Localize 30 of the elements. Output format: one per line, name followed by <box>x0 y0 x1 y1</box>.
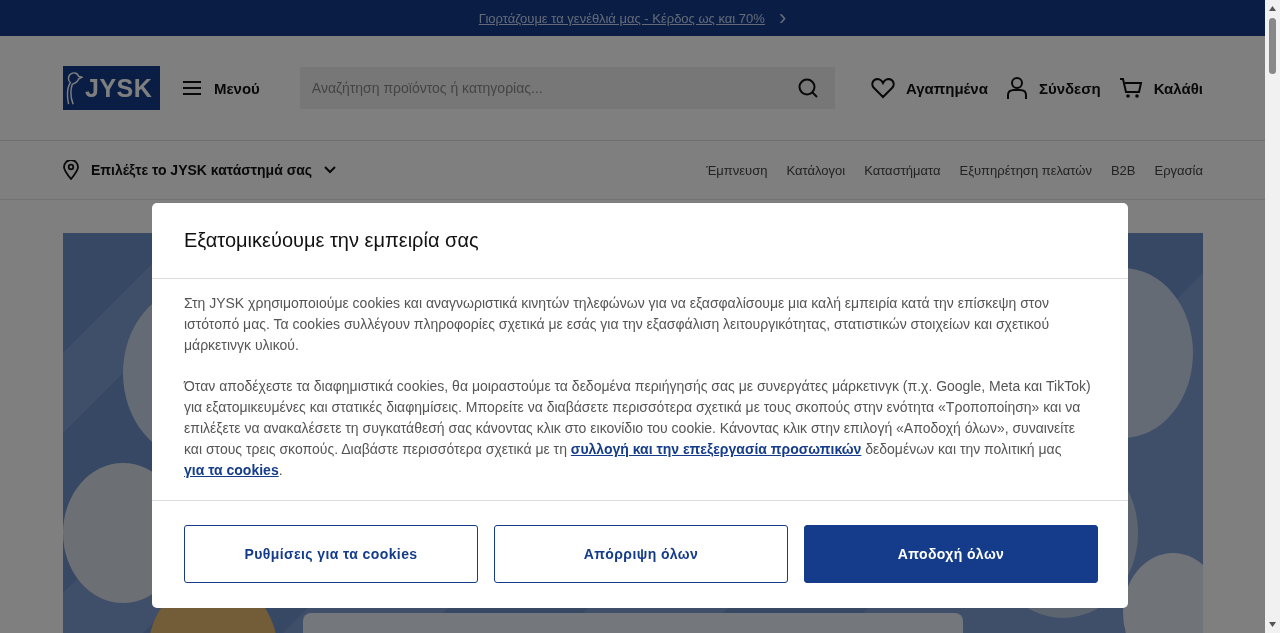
consent-paragraph: Στη JYSK χρησιμοποιούμε cookies και αναγνωριστικά κινητών τηλεφώνων για να εξασφαλίσουμε μια καλή εμπειρία κατά την επίσκεψη στον ιστότοπό μας. Τα cookies συλλέγουν πληροφορίες σχετικά με εσάς για την εξασφάλιση λειτουργικότητας, στατιστικών στοιχείων και σχετικού μάρκετινγκ υλικού. <box>184 294 1051 355</box>
login-button[interactable]: Σύνδεση <box>1005 72 1101 104</box>
accept-button[interactable]: Αποδοχή όλων <box>804 525 1098 583</box>
nav-link[interactable]: Κατάλογοι <box>786 162 846 178</box>
heart-icon <box>870 77 895 99</box>
consent-paragraph: Όταν αποδέχεστε τα διαφημιστικά cookies, θα μοιραστούμε τα δεδομένα περιήγησής σας με συνεργάτες μάρκετινγκ (π.χ. Google, Meta και TikTok) για εξατομικευμένες και στατικές διαφημίσεις. Μπορείτε να διαβάσετε περισσότερα σχετικά με τους σκοπούς στην ενότητα «Τροποποίηση» και να επιλέξετε να ανακαλέσετε τη συγκατάθεσή σας κάνοντας κλικ στο εικονίδιο του cookie. Κάνοντας κλικ στην επιλογή «Αποδοχή όλων», συναινείτε και στους τρεις σκοπούς. Διαβάστε περισσότερα σχετικά με τη συλλογή και την επεξεργασία προσωπικών δεδομένων και την πολιτική μας για τα cookies. <box>184 377 1092 480</box>
menu-icon <box>182 80 202 96</box>
location-pin-icon <box>63 160 79 180</box>
promo-link[interactable]: Γιορτάζουμε τα γενέθλιά μας - Κέρδος ως και 70% <box>478 10 765 26</box>
nav-link[interactable]: Εργασία <box>1154 162 1203 178</box>
cart-button[interactable]: Καλάθι <box>1118 72 1203 104</box>
policy-link[interactable]: για τα cookies <box>184 462 279 478</box>
nav-link[interactable]: B2B <box>1110 162 1136 178</box>
dialog-button[interactable]: Απόρριψη όλων <box>494 525 788 583</box>
policy-link[interactable]: συλλογή και την επεξεργασία προσωπικών <box>570 441 862 457</box>
chevron-icon[interactable]: › <box>778 7 787 29</box>
nav-link[interactable]: Καταστήματα <box>864 162 941 178</box>
dialog-title: Εξατομικεύουμε την εμπειρία σας <box>152 203 1128 279</box>
menu-button[interactable]: Μενού <box>182 75 260 101</box>
cart-icon <box>1118 77 1143 99</box>
favorites-button[interactable]: Αγαπημένα <box>870 72 988 104</box>
scrollbar[interactable] <box>1265 0 1280 633</box>
dialog-button[interactable]: Ρυθμίσεις για τα cookies <box>184 525 478 583</box>
chevron-down-icon <box>324 166 337 174</box>
user-icon <box>1005 76 1028 100</box>
nav-link[interactable]: Εξυπηρέτηση πελατών <box>959 162 1092 178</box>
logo[interactable]: JYSK <box>63 66 160 110</box>
search-icon[interactable] <box>796 77 819 99</box>
nav-link[interactable]: Έμπνευση <box>706 162 768 178</box>
store-selector[interactable]: Επιλέξτε το JYSK κατάστημά σας <box>63 156 337 184</box>
